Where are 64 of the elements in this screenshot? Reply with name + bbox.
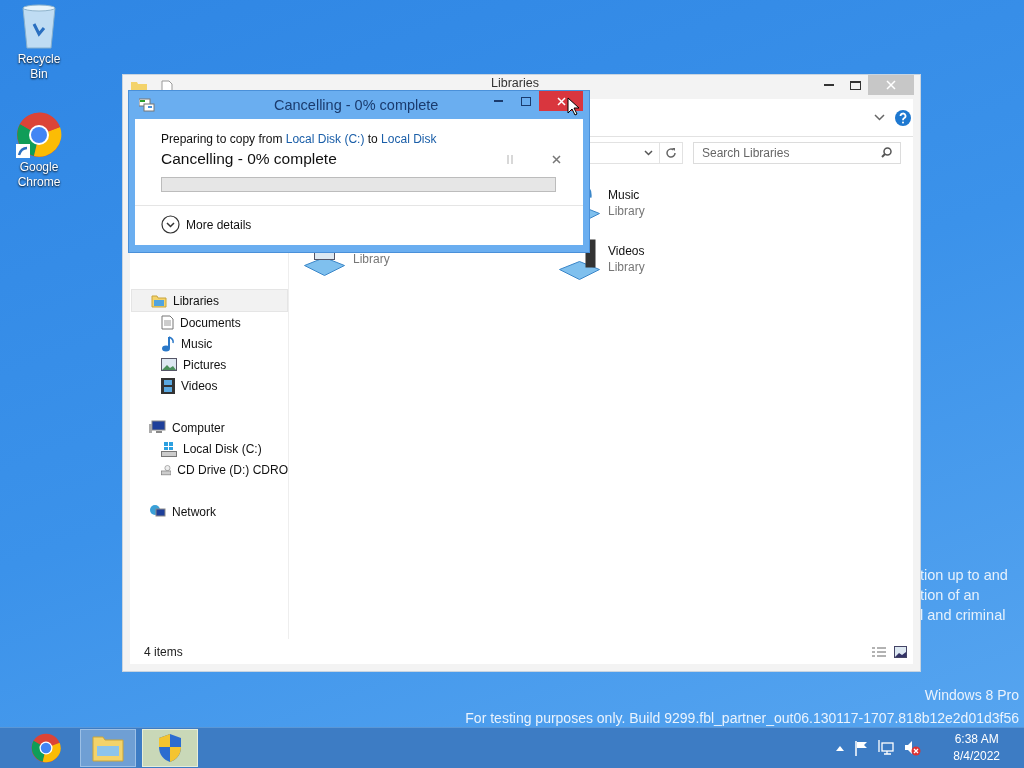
watermark-text: For testing purposes only. Build 9299.fbl_partner_out06.130117-1707.818b12e2d01d3f56 [465,709,1019,728]
chevron-down-icon[interactable] [874,114,885,121]
library-icon [559,238,600,280]
drive-link[interactable]: Local Disk (C:) [285,132,365,146]
shortcut-label: Google Chrome [16,160,62,190]
nav-item[interactable]: Videos [130,375,288,396]
network-icon [149,503,166,520]
drive-link[interactable]: Local Disk [381,132,437,146]
notice-text: tion of an [920,586,981,605]
nav-item[interactable]: Documents [130,312,288,333]
nav-item[interactable]: Music [130,333,288,354]
large-icons-view-icon[interactable] [894,646,907,658]
music-note-icon [161,335,175,352]
maximize-icon [849,80,861,90]
close-icon [556,96,566,106]
search-field[interactable]: Search Libraries [693,142,901,164]
desktop-shortcut[interactable]: Recycle Bin [4,4,74,82]
picture-icon [161,358,177,371]
more-details-button[interactable]: More details [161,215,583,234]
nav-item[interactable]: Libraries [131,289,288,312]
dialog-title: Cancelling - 0% complete [274,97,439,113]
nav-item[interactable]: Pictures [130,354,288,375]
refresh-button[interactable] [659,142,683,164]
copy-icon [139,98,155,112]
mouse-cursor-icon [567,97,579,116]
item-count: 4 items [144,645,183,659]
help-icon[interactable] [895,109,911,126]
cancel-icon[interactable] [552,154,561,164]
notice-text: tion up to and [920,566,1008,585]
nav-item[interactable]: Network [130,501,288,522]
chrome-logo-icon [31,733,61,763]
notice-text: l and criminal [920,606,1007,625]
drive-icon [161,440,177,457]
computer-icon [149,420,166,435]
shield-icon [157,733,183,763]
film-icon [161,377,175,394]
document-icon [161,315,174,330]
search-icon [881,147,892,158]
flag-icon[interactable] [854,740,869,756]
nav-item[interactable]: CD Drive (D:) CDRO [130,459,288,480]
recycle-bin-icon [20,4,58,50]
close-icon [886,80,896,90]
chrome-logo-icon [16,112,62,158]
clock-time[interactable]: 6:38 AM [954,731,999,748]
desktop-shortcut[interactable]: Google Chrome [4,112,74,190]
shortcut-label: Recycle Bin [16,52,62,82]
folder-icon [92,734,124,762]
copy-message: Preparing to copy from Local Disk (C:) to Local Disk [161,132,438,146]
dropdown-icon [644,150,653,156]
minimize-icon [824,84,834,86]
library-tile[interactable]: Videos Library [559,235,814,283]
network-icon[interactable] [878,740,895,756]
chevron-circle-icon [161,215,180,234]
library-folder-icon [151,293,167,308]
clock-date[interactable]: 8/4/2022 [953,748,1000,765]
maximize-icon [520,96,531,106]
window-title: Libraries [491,76,539,90]
refresh-icon [665,147,677,159]
nav-item[interactable]: Computer [130,417,288,438]
watermark-text: Windows 8 Pro [924,686,1019,705]
progress-status: Cancelling - 0% complete [161,150,338,168]
nav-item[interactable]: Local Disk (C:) [130,438,288,459]
muted-speaker-icon[interactable] [904,740,922,756]
tray-arrow-icon[interactable] [836,745,845,751]
